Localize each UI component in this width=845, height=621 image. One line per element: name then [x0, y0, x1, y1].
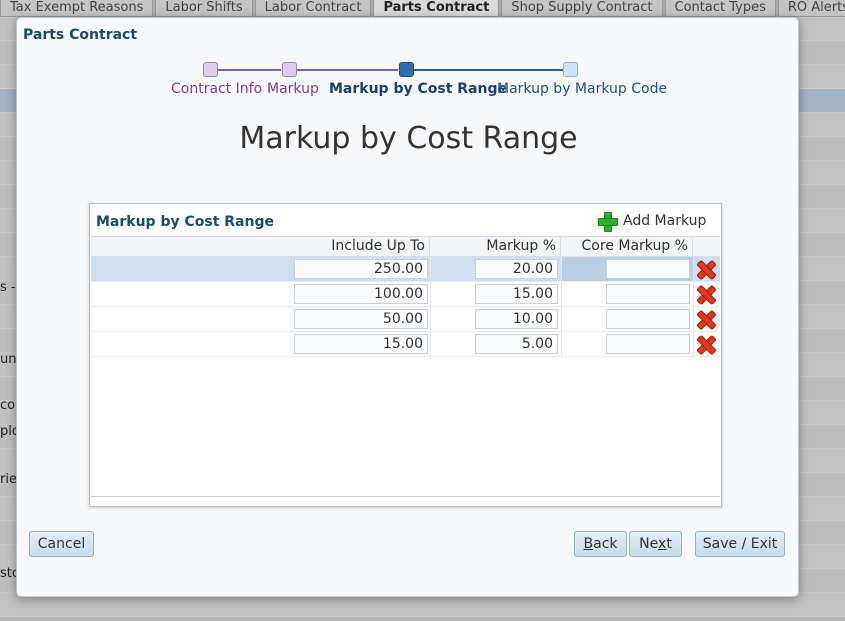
- delete-icon[interactable]: [696, 310, 714, 328]
- markup-pct-input[interactable]: [475, 334, 558, 354]
- core-markup-pct-input[interactable]: [606, 309, 690, 329]
- background-text: un: [0, 352, 17, 367]
- background-text: s -: [0, 280, 16, 295]
- cancel-button[interactable]: Cancel: [29, 531, 94, 557]
- back-mnemonic: B: [583, 536, 594, 552]
- train-connector: [217, 69, 281, 71]
- next-button[interactable]: Next: [629, 531, 682, 557]
- train-label-markup[interactable]: Markup: [267, 81, 319, 97]
- train-connector: [414, 69, 563, 71]
- panel-title: Markup by Cost Range: [96, 214, 274, 230]
- column-divider: [430, 332, 431, 356]
- markup-pct-input[interactable]: [475, 259, 558, 279]
- column-header-markup-pct[interactable]: Markup %: [430, 237, 561, 257]
- column-divider: [430, 307, 431, 331]
- column-header-include-up-to[interactable]: Include Up To: [91, 237, 430, 257]
- column-divider: [561, 332, 562, 356]
- background-text: co: [0, 398, 16, 413]
- include-up-to-input[interactable]: [294, 309, 428, 329]
- train-stop-markup[interactable]: [282, 62, 297, 77]
- next-label-rest: t: [666, 536, 672, 552]
- add-markup-button[interactable]: Add Markup: [598, 211, 707, 232]
- background-tab[interactable]: Contact Types: [664, 0, 776, 17]
- column-divider: [693, 332, 694, 356]
- parts-contract-dialog: Parts Contract Contract Info Markup Mark…: [16, 17, 799, 597]
- train-label-markup-by-cost-range: Markup by Cost Range: [329, 81, 507, 97]
- column-header-core-markup-pct[interactable]: Core Markup %: [561, 237, 693, 257]
- page-heading: Markup by Cost Range: [239, 121, 578, 156]
- table-row[interactable]: [91, 282, 720, 307]
- next-label-start: Ne: [639, 536, 659, 552]
- plus-icon: [598, 212, 618, 232]
- train-label-markup-by-markup-code[interactable]: Markup by Markup Code: [497, 81, 667, 97]
- table-header: Include Up To Markup % Core Markup %: [91, 236, 720, 257]
- column-divider: [561, 307, 562, 331]
- background-tab[interactable]: Labor Shifts: [155, 0, 253, 17]
- wizard-train: Contract Info Markup Markup by Cost Rang…: [17, 60, 800, 100]
- delete-icon[interactable]: [696, 260, 714, 278]
- background-tab[interactable]: Labor Contract: [254, 0, 372, 17]
- add-markup-label: Add Markup: [623, 213, 707, 229]
- background-tab[interactable]: RO Alerts: [777, 0, 845, 17]
- table-row[interactable]: [91, 257, 720, 282]
- column-divider: [561, 282, 562, 306]
- background-tab[interactable]: Shop Supply Contract: [501, 0, 663, 17]
- column-divider: [430, 257, 431, 281]
- train-label-contract-info[interactable]: Contract Info: [171, 81, 262, 97]
- markup-pct-input[interactable]: [475, 309, 558, 329]
- train-stop-markup-by-markup-code[interactable]: [563, 62, 578, 77]
- markup-table: Include Up To Markup % Core Markup %: [91, 236, 720, 357]
- core-markup-pct-input[interactable]: [606, 334, 690, 354]
- table-row[interactable]: [91, 332, 720, 357]
- markup-panel: Markup by Cost Range Add Markup Include …: [89, 203, 722, 507]
- include-up-to-input[interactable]: [294, 334, 428, 354]
- markup-pct-input[interactable]: [475, 284, 558, 304]
- core-markup-pct-input[interactable]: [606, 259, 690, 279]
- column-divider: [693, 257, 694, 281]
- column-divider: [693, 282, 694, 306]
- dialog-title: Parts Contract: [23, 27, 138, 43]
- background-tab-bar: Tax Exempt Reasons Labor Shifts Labor Cont…: [0, 0, 845, 17]
- include-up-to-input[interactable]: [294, 284, 428, 304]
- column-divider: [430, 282, 431, 306]
- back-label-rest: ack: [593, 536, 618, 552]
- column-divider: [561, 257, 562, 281]
- core-markup-pct-input[interactable]: [606, 284, 690, 304]
- train-stop-markup-by-cost-range: [399, 62, 414, 77]
- delete-icon[interactable]: [696, 335, 714, 353]
- background-tab[interactable]: Tax Exempt Reasons: [0, 0, 154, 17]
- table-row[interactable]: [91, 307, 720, 332]
- train-stop-contract-info[interactable]: [203, 62, 218, 77]
- delete-icon[interactable]: [696, 285, 714, 303]
- train-connector: [297, 69, 398, 71]
- background-text: rie: [0, 472, 17, 487]
- include-up-to-input[interactable]: [294, 259, 428, 279]
- table-footer: [91, 496, 720, 506]
- save-exit-button[interactable]: Save / Exit: [695, 531, 785, 557]
- background-tab[interactable]: Parts Contract: [373, 0, 500, 17]
- column-divider: [693, 307, 694, 331]
- back-button[interactable]: Back: [574, 531, 627, 557]
